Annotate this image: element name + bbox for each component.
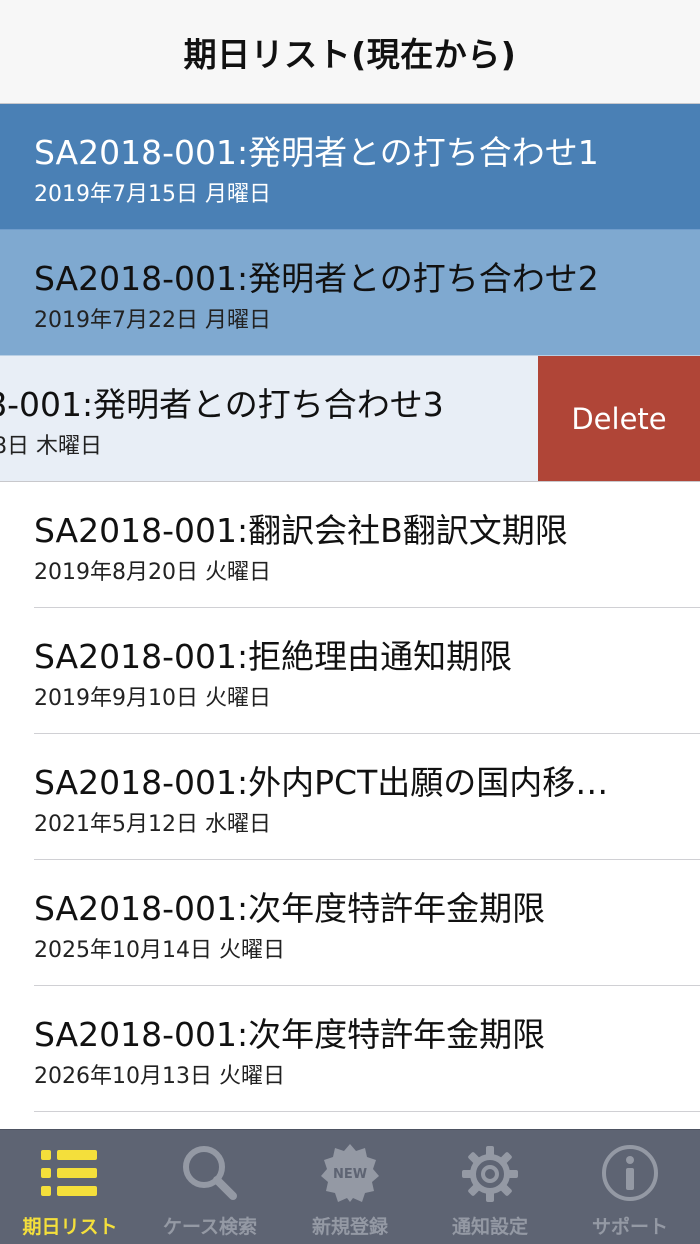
row-separator xyxy=(34,1111,700,1112)
deadline-date: 2025年10月14日 火曜日 xyxy=(34,938,285,963)
deadline-date: 2019年7月22日 月曜日 xyxy=(34,308,271,333)
deadline-date: 2021年5月12日 水曜日 xyxy=(34,812,271,837)
page-title: 期日リスト(現在から) xyxy=(183,34,517,74)
deadline-date: 2019年9月10日 火曜日 xyxy=(34,686,271,711)
deadline-row[interactable]: SA2018-001:次年度特許年金期限 2026年10月13日 火曜日 xyxy=(0,986,700,1112)
tab-label: 通知設定 xyxy=(451,1216,528,1238)
deadline-title: SA2018-001:発明者との打ち合わせ2 xyxy=(34,259,599,298)
deadline-date: 2019年8月20日 火曜日 xyxy=(34,560,271,585)
deadline-row[interactable]: SA2018-001:発明者との打ち合わせ2 2019年7月22日 月曜日 xyxy=(0,230,700,356)
deadline-list[interactable]: SA2018-001:発明者との打ち合わせ1 2019年7月15日 月曜日 SA… xyxy=(0,104,700,1129)
tab-label: ケース検索 xyxy=(162,1216,258,1238)
tab-case-search[interactable]: ケース検索 xyxy=(140,1130,280,1244)
tab-label: サポート xyxy=(591,1216,668,1238)
deadline-row[interactable]: SA2018-001:拒絶理由通知期限 2019年9月10日 火曜日 xyxy=(0,608,700,734)
tab-support[interactable]: サポート xyxy=(560,1130,700,1244)
deadline-title: SA2018-001:発明者との打ち合わせ1 xyxy=(34,133,599,172)
tab-deadline-list[interactable]: 期日リスト xyxy=(0,1130,140,1244)
deadline-row-swiped[interactable]: SA2018-001:発明者との打ち合わせ3 2019年8月8日 木曜日 Del… xyxy=(0,356,700,482)
list-icon xyxy=(41,1150,97,1196)
deadline-title: SA2018-001:拒絶理由通知期限 xyxy=(34,637,513,676)
deadline-title: SA2018-001:翻訳会社B翻訳文期限 xyxy=(34,511,568,550)
delete-button[interactable]: Delete xyxy=(538,356,700,482)
deadline-date: 2026年10月13日 火曜日 xyxy=(34,1064,285,1089)
deadline-row[interactable]: SA2018-001:発明者との打ち合わせ1 2019年7月15日 月曜日 xyxy=(0,104,700,230)
tab-label: 新規登録 xyxy=(311,1216,388,1238)
info-icon xyxy=(602,1145,658,1201)
search-icon xyxy=(183,1146,237,1200)
new-badge-icon: NEW xyxy=(321,1144,379,1202)
deadline-date: 2019年7月15日 月曜日 xyxy=(34,182,271,207)
tab-label: 期日リスト xyxy=(22,1216,118,1238)
deadline-title: SA2018-001:発明者との打ち合わせ3 xyxy=(0,385,444,424)
deadline-row[interactable]: SA2018-001:次年度特許年金期限 2025年10月14日 火曜日 xyxy=(0,860,700,986)
deadline-title: SA2018-001:次年度特許年金期限 xyxy=(34,1015,546,1054)
tab-new-registration[interactable]: NEW 新規登録 xyxy=(280,1130,420,1244)
gear-icon xyxy=(462,1146,518,1202)
deadline-date: 2019年8月8日 木曜日 xyxy=(0,434,102,459)
new-badge-text: NEW xyxy=(333,1167,367,1182)
deadline-row[interactable]: SA2018-001:外内PCT出願の国内移… 2021年5月12日 水曜日 xyxy=(0,734,700,860)
deadline-row[interactable]: SA2018-001:翻訳会社B翻訳文期限 2019年8月20日 火曜日 xyxy=(0,482,700,608)
tab-notification-settings[interactable]: 通知設定 xyxy=(420,1130,560,1244)
navigation-bar: 期日リスト(現在から) xyxy=(0,0,700,104)
deadline-title: SA2018-001:次年度特許年金期限 xyxy=(34,889,546,928)
deadline-title: SA2018-001:外内PCT出願の国内移… xyxy=(34,763,609,802)
tab-bar: 期日リスト ケース検索 NEW 新規登録 通知設定 サポート xyxy=(0,1129,700,1244)
